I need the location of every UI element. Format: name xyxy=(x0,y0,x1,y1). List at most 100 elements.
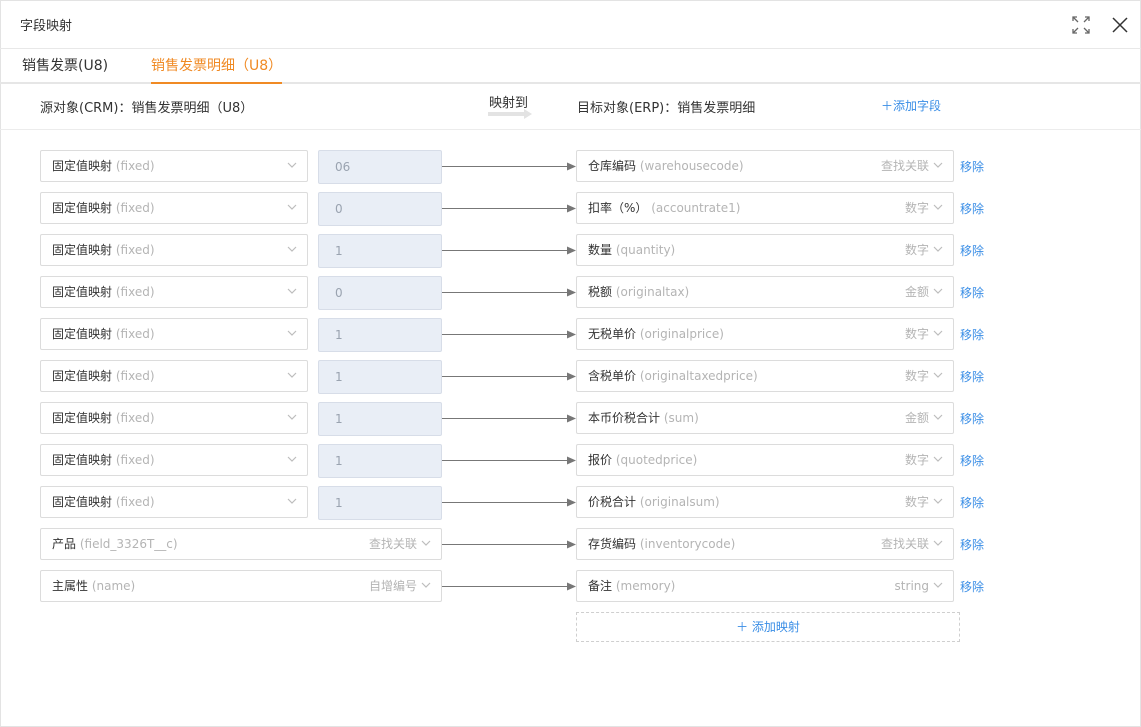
chevron-down-icon xyxy=(287,330,297,337)
target-field-api: (originalsum) xyxy=(639,495,720,509)
source-field-select[interactable]: 产品 (field_3326T__c) 查找关联 xyxy=(40,528,442,560)
mapping-row: 固定值映射 (fixed) 06 仓库编码 (warehousecode) 查找关联 移… xyxy=(0,150,1141,184)
source-field-select[interactable]: 固定值映射 (fixed) xyxy=(40,444,308,476)
tab-sales-invoice[interactable]: 销售发票(U8) xyxy=(22,55,108,82)
dialog-title: 字段映射 xyxy=(20,19,73,34)
add-field-label: 添加字段 xyxy=(893,99,942,113)
source-field-api: (fixed) xyxy=(115,453,155,467)
source-field-api: (field_3326T__c) xyxy=(79,537,178,551)
target-field-select[interactable]: 报价 (quotedprice) 数字 xyxy=(576,444,954,476)
mapping-arrow-icon xyxy=(442,455,576,466)
source-field-select[interactable]: 固定值映射 (fixed) xyxy=(40,402,308,434)
source-field-api: (fixed) xyxy=(115,285,155,299)
add-field-button[interactable]: ＋添加字段 xyxy=(881,97,941,114)
source-field-api: (fixed) xyxy=(115,159,155,173)
source-field-name: 固定值映射 xyxy=(52,369,113,383)
target-field-select[interactable]: 数量 (quantity) 数字 xyxy=(576,234,954,266)
remove-mapping-button[interactable]: 移除 xyxy=(960,242,984,259)
fixed-value-input[interactable]: 06 xyxy=(318,150,442,184)
target-field-select[interactable]: 无税单价 (originalprice) 数字 xyxy=(576,318,954,350)
target-field-api: (originaltax) xyxy=(615,285,690,299)
chevron-down-icon xyxy=(287,288,297,295)
target-field-api: (sum) xyxy=(663,411,699,425)
source-field-name: 主属性 xyxy=(52,579,89,593)
fixed-value-input[interactable]: 1 xyxy=(318,444,442,478)
source-field-select[interactable]: 主属性 (name) 自增编号 xyxy=(40,570,442,602)
add-mapping-button[interactable]: ＋ 添加映射 xyxy=(576,612,960,642)
remove-mapping-button[interactable]: 移除 xyxy=(960,200,984,217)
chevron-down-icon xyxy=(933,582,943,589)
mapping-arrow-icon xyxy=(442,371,576,382)
source-field-select[interactable]: 固定值映射 (fixed) xyxy=(40,318,308,350)
source-field-select[interactable]: 固定值映射 (fixed) xyxy=(40,192,308,224)
target-field-select[interactable]: 含税单价 (originaltaxedprice) 数字 xyxy=(576,360,954,392)
target-field-type: 数字 xyxy=(904,369,929,383)
source-field-name: 固定值映射 xyxy=(52,285,113,299)
target-field-select[interactable]: 仓库编码 (warehousecode) 查找关联 xyxy=(576,150,954,182)
target-field-api: (quantity) xyxy=(615,243,676,257)
mapping-row: 主属性 (name) 自增编号 备注 (memory) string 移除 xyxy=(0,570,1141,604)
target-field-name: 仓库编码 xyxy=(588,159,637,173)
source-field-select[interactable]: 固定值映射 (fixed) xyxy=(40,276,308,308)
target-field-select[interactable]: 本币价税合计 (sum) 金额 xyxy=(576,402,954,434)
target-field-api: (inventorycode) xyxy=(639,537,736,551)
mapping-row: 固定值映射 (fixed) 1 价税合计 (originalsum) 数字 移除 xyxy=(0,486,1141,520)
chevron-down-icon xyxy=(287,372,297,379)
fixed-value-input[interactable]: 1 xyxy=(318,318,442,352)
chevron-down-icon xyxy=(933,162,943,169)
fixed-value-input[interactable]: 1 xyxy=(318,360,442,394)
remove-mapping-button[interactable]: 移除 xyxy=(960,368,984,385)
chevron-down-icon xyxy=(933,330,943,337)
remove-mapping-button[interactable]: 移除 xyxy=(960,410,984,427)
target-field-select[interactable]: 扣率（%） (accountrate1) 数字 xyxy=(576,192,954,224)
chevron-down-icon xyxy=(933,288,943,295)
source-field-select[interactable]: 固定值映射 (fixed) xyxy=(40,360,308,392)
target-field-select[interactable]: 备注 (memory) string xyxy=(576,570,954,602)
mapping-row: 固定值映射 (fixed) 1 本币价税合计 (sum) 金额 移除 xyxy=(0,402,1141,436)
source-field-select[interactable]: 固定值映射 (fixed) xyxy=(40,150,308,182)
source-field-name: 固定值映射 xyxy=(52,495,113,509)
target-field-name: 价税合计 xyxy=(588,495,637,509)
target-field-api: (warehousecode) xyxy=(639,159,744,173)
mapping-arrow-icon xyxy=(442,539,576,550)
fixed-value-input[interactable]: 1 xyxy=(318,402,442,436)
remove-mapping-button[interactable]: 移除 xyxy=(960,326,984,343)
mapping-arrow-icon xyxy=(442,287,576,298)
fixed-value-input[interactable]: 1 xyxy=(318,486,442,520)
close-icon[interactable] xyxy=(1111,16,1129,34)
fullscreen-icon[interactable] xyxy=(1072,16,1090,34)
chevron-down-icon xyxy=(933,372,943,379)
target-field-api: (memory) xyxy=(615,579,676,593)
remove-mapping-button[interactable]: 移除 xyxy=(960,452,984,469)
chevron-down-icon xyxy=(421,582,431,589)
source-field-api: (fixed) xyxy=(115,327,155,341)
fixed-value-input[interactable]: 0 xyxy=(318,192,442,226)
remove-mapping-button[interactable]: 移除 xyxy=(960,284,984,301)
fixed-value-input[interactable]: 1 xyxy=(318,234,442,268)
fixed-value-input[interactable]: 0 xyxy=(318,276,442,310)
target-field-name: 报价 xyxy=(588,453,613,467)
target-field-select[interactable]: 价税合计 (originalsum) 数字 xyxy=(576,486,954,518)
remove-mapping-button[interactable]: 移除 xyxy=(960,578,984,595)
source-field-select[interactable]: 固定值映射 (fixed) xyxy=(40,486,308,518)
source-field-type: 自增编号 xyxy=(368,579,417,593)
source-field-api: (fixed) xyxy=(115,411,155,425)
tab-sales-invoice-detail[interactable]: 销售发票明细（U8） xyxy=(151,55,283,84)
remove-mapping-button[interactable]: 移除 xyxy=(960,536,984,553)
target-field-select[interactable]: 存货编码 (inventorycode) 查找关联 xyxy=(576,528,954,560)
plus-icon: ＋ xyxy=(736,620,752,634)
mapping-row: 固定值映射 (fixed) 1 无税单价 (originalprice) 数字 移除 xyxy=(0,318,1141,352)
target-field-type: 数字 xyxy=(904,243,929,257)
remove-mapping-button[interactable]: 移除 xyxy=(960,494,984,511)
chevron-down-icon xyxy=(421,540,431,547)
chevron-down-icon xyxy=(287,456,297,463)
tab-bar: 销售发票(U8) 销售发票明细（U8） xyxy=(0,49,1141,84)
remove-mapping-button[interactable]: 移除 xyxy=(960,158,984,175)
source-field-select[interactable]: 固定值映射 (fixed) xyxy=(40,234,308,266)
mapping-header: 源对象(CRM)：销售发票明细（U8） 映射到 目标对象(ERP)：销售发票明细… xyxy=(0,84,1141,130)
target-field-select[interactable]: 税额 (originaltax) 金额 xyxy=(576,276,954,308)
dialog-header: 字段映射 xyxy=(0,0,1141,49)
mapping-arrow-icon xyxy=(442,245,576,256)
target-field-type: 查找关联 xyxy=(880,159,929,173)
chevron-down-icon xyxy=(287,246,297,253)
